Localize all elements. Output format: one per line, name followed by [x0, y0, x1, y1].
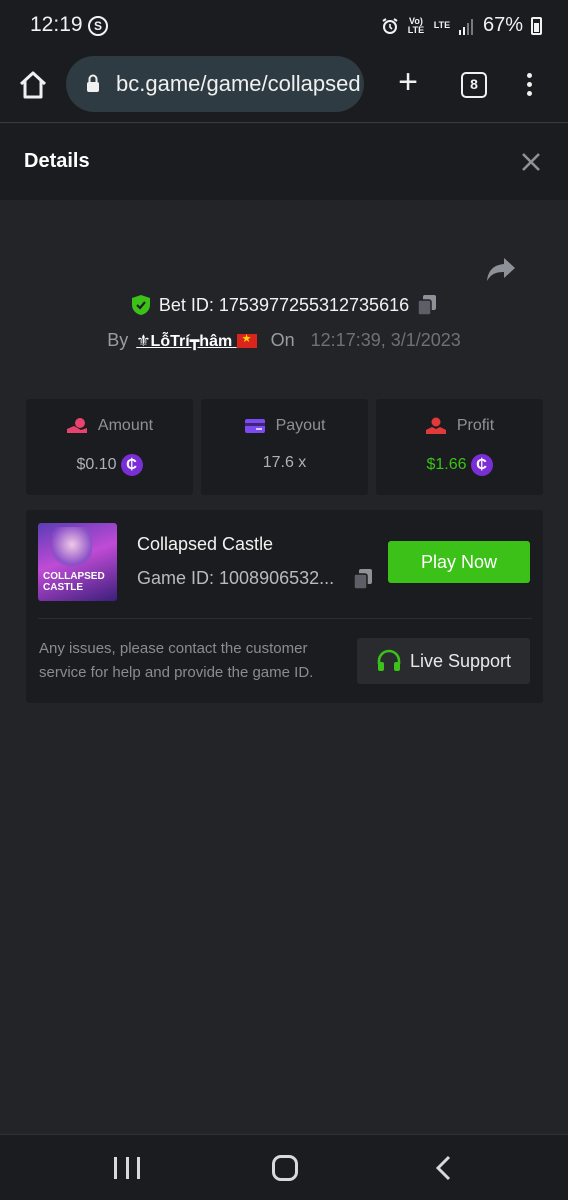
stat-amount: Amount $0.10 ₵	[26, 399, 193, 495]
username-text: ⚜LỗTrí┳hâm	[136, 332, 233, 350]
close-icon[interactable]	[519, 150, 543, 174]
home-icon[interactable]	[16, 68, 50, 102]
copy-icon[interactable]	[417, 294, 437, 316]
by-label: By	[107, 330, 129, 350]
battery-percent: 67%	[482, 14, 523, 36]
thumbnail-title: COLLAPSED CASTLE	[43, 571, 105, 593]
stat-label: Amount	[97, 417, 154, 434]
stat-payout: Payout 17.6 x	[201, 399, 368, 495]
support-note: Any issues, please contact the customer …	[39, 640, 314, 681]
bet-stats: Amount $0.10 ₵ Payout 17.6 x Profit $1.6…	[26, 399, 543, 495]
stat-profit: Profit $1.66 ₵	[376, 399, 543, 495]
game-name: Collapsed Castle	[137, 534, 274, 554]
vietnam-flag-icon	[236, 332, 257, 349]
coin-icon: ₵	[470, 454, 493, 476]
stat-value: 17.6 x	[262, 454, 307, 471]
tab-switcher-button[interactable]: 8	[461, 72, 487, 98]
status-time: 12:19	[30, 13, 83, 36]
game-card: COLLAPSED CASTLE Collapsed Castle Game ID…	[26, 510, 543, 703]
bet-datetime: 12:17:39, 3/1/2023	[310, 330, 461, 350]
bet-byline: By ⚜LỗTrí┳hâm On 12:17:39, 3/1/2023	[0, 330, 568, 351]
url-text: bc.game/game/collapsed	[116, 71, 361, 96]
lte-indicator: LTE	[433, 20, 451, 30]
game-id: Game ID: 1008906532...	[137, 568, 335, 588]
bet-id-row: Bet ID: 1753977255312735616	[0, 294, 568, 316]
thumbnail-artwork	[52, 527, 92, 571]
system-nav-bar	[0, 1134, 568, 1200]
username-link[interactable]: ⚜LỗTrí┳hâm	[136, 331, 257, 351]
lock-icon	[87, 74, 99, 92]
live-support-label: Live Support	[409, 650, 512, 671]
back-icon[interactable]	[434, 1155, 454, 1181]
card-icon	[244, 419, 265, 433]
divider	[38, 618, 532, 619]
headset-icon	[377, 649, 401, 671]
play-now-button[interactable]: Play Now	[388, 541, 530, 583]
browser-toolbar: bc.game/game/collapsed + 8	[0, 52, 568, 123]
app-notification-icon: S	[88, 16, 108, 36]
copy-game-id-icon[interactable]	[353, 568, 373, 590]
details-content: Bet ID: 1753977255312735616 By ⚜LỗTrí┳hâ…	[0, 200, 568, 1134]
profit-hand-icon	[425, 417, 446, 434]
dialog-title: Details	[24, 150, 90, 172]
stat-value: $0.10	[76, 456, 117, 473]
game-thumbnail[interactable]: COLLAPSED CASTLE	[38, 523, 117, 601]
battery-icon	[531, 16, 542, 35]
dialog-header: Details	[0, 124, 568, 200]
bet-id-text: Bet ID: 1753977255312735616	[158, 294, 410, 315]
volte-indicator: Vo) LTE	[407, 15, 425, 35]
alarm-icon	[382, 17, 398, 34]
status-right: Vo) LTE LTE 67%	[381, 14, 542, 37]
verified-shield-icon	[131, 295, 150, 315]
on-label: On	[270, 330, 295, 350]
coin-icon: ₵	[120, 454, 143, 476]
share-icon[interactable]	[486, 256, 516, 282]
new-tab-button[interactable]: +	[393, 65, 423, 100]
recent-apps-icon[interactable]	[114, 1157, 140, 1179]
signal-icon	[458, 18, 473, 35]
stat-label: Profit	[456, 417, 495, 434]
address-bar[interactable]: bc.game/game/collapsed	[66, 56, 364, 112]
home-nav-icon[interactable]	[272, 1155, 298, 1181]
live-support-button[interactable]: Live Support	[357, 638, 530, 684]
more-menu-icon[interactable]	[520, 70, 538, 100]
stat-label: Payout	[275, 417, 326, 434]
stat-value: $1.66	[426, 456, 467, 473]
coin-hand-icon	[66, 418, 87, 433]
status-bar: 12:19 S Vo) LTE LTE 67%	[0, 0, 568, 52]
